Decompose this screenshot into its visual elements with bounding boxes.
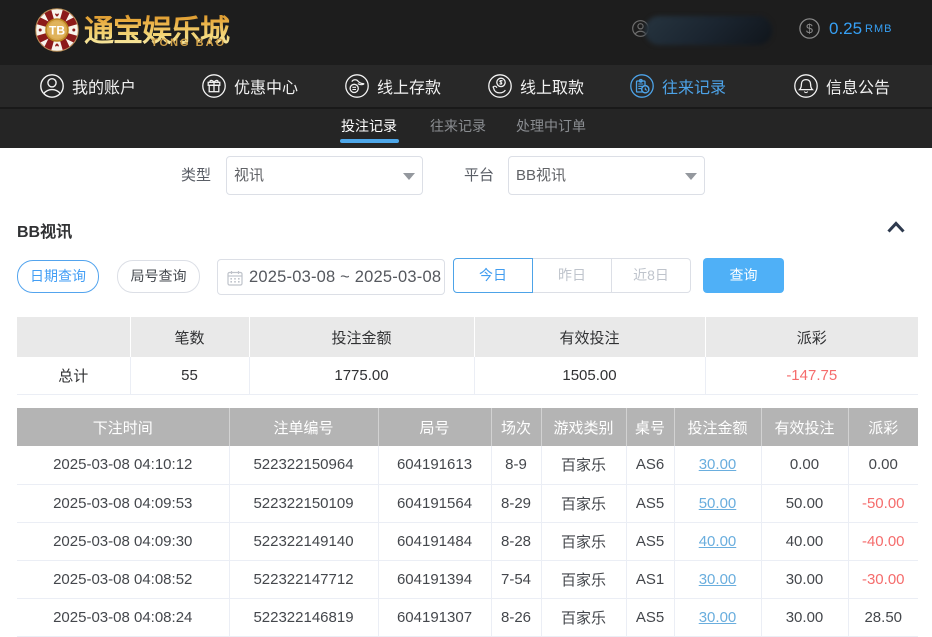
svg-text:TB: TB bbox=[49, 24, 65, 38]
svg-text:$: $ bbox=[806, 22, 813, 36]
